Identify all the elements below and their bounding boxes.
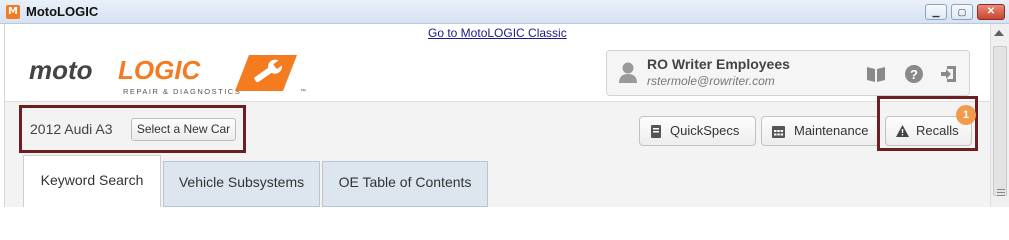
tab-keyword-search[interactable]: Keyword Search	[23, 155, 161, 207]
book-icon[interactable]	[866, 64, 886, 84]
logo-wordmark-logic: LOGIC	[118, 55, 202, 85]
vehicle-selector: 2012 Audi A3 Select a New Car	[19, 105, 246, 153]
maintenance-button[interactable]: Maintenance	[761, 116, 880, 146]
maintenance-label: Maintenance	[794, 123, 869, 138]
help-icon[interactable]: ?	[904, 64, 924, 84]
logout-icon[interactable]	[939, 64, 959, 84]
vehicle-name: 2012 Audi A3	[30, 121, 113, 137]
quickspecs-button[interactable]: QuickSpecs	[639, 116, 756, 146]
quickspecs-icon	[651, 125, 661, 138]
svg-text:?: ?	[910, 67, 918, 82]
scrollbar-thumb[interactable]	[993, 46, 1007, 196]
logo-wordmark-moto: moto	[29, 55, 93, 85]
close-button[interactable]: ✕	[977, 4, 1005, 20]
vertical-scrollbar[interactable]	[990, 24, 1009, 207]
app-icon: M	[6, 5, 20, 19]
calendar-icon	[772, 126, 785, 138]
user-icon	[619, 62, 637, 83]
quickspecs-label: QuickSpecs	[670, 123, 740, 138]
logo-trademark: ™	[300, 88, 306, 95]
tab-vehicle-subsystems[interactable]: Vehicle Subsystems	[163, 161, 320, 207]
select-new-car-button[interactable]: Select a New Car	[131, 118, 236, 141]
content-frame: Go to MotoLOGIC Classic moto LOGIC REPAI…	[4, 24, 991, 207]
logo-tagline: REPAIR & DIAGNOSTICS	[123, 87, 241, 96]
tab-oe-table-of-contents[interactable]: OE Table of Contents	[322, 161, 488, 207]
header: Go to MotoLOGIC Classic moto LOGIC REPAI…	[5, 24, 991, 102]
window-title: MotoLOGIC	[26, 4, 99, 19]
user-card: RO Writer Employees rstermole@rowriter.c…	[606, 50, 970, 96]
vehicle-bar: 2012 Audi A3 Select a New Car QuickSpecs…	[5, 96, 991, 155]
window-titlebar: M MotoLOGIC ▁ ▢ ✕	[0, 0, 1009, 24]
tab-bar: Keyword Search Vehicle Subsystems OE Tab…	[5, 155, 991, 207]
recalls-count-badge: 1	[956, 105, 976, 125]
recalls-label: Recalls	[916, 123, 959, 138]
user-name: RO Writer Employees	[647, 56, 790, 72]
maximize-button[interactable]: ▢	[951, 4, 973, 20]
grip-icon	[997, 192, 1005, 193]
user-email: rstermole@rowriter.com	[647, 74, 775, 88]
classic-link[interactable]: Go to MotoLOGIC Classic	[428, 26, 567, 40]
scroll-up-arrow-icon[interactable]	[994, 30, 1004, 36]
motologic-logo: moto LOGIC REPAIR & DIAGNOSTICS ™	[29, 55, 306, 96]
minimize-button[interactable]: ▁	[925, 4, 947, 20]
warning-icon	[896, 125, 909, 137]
